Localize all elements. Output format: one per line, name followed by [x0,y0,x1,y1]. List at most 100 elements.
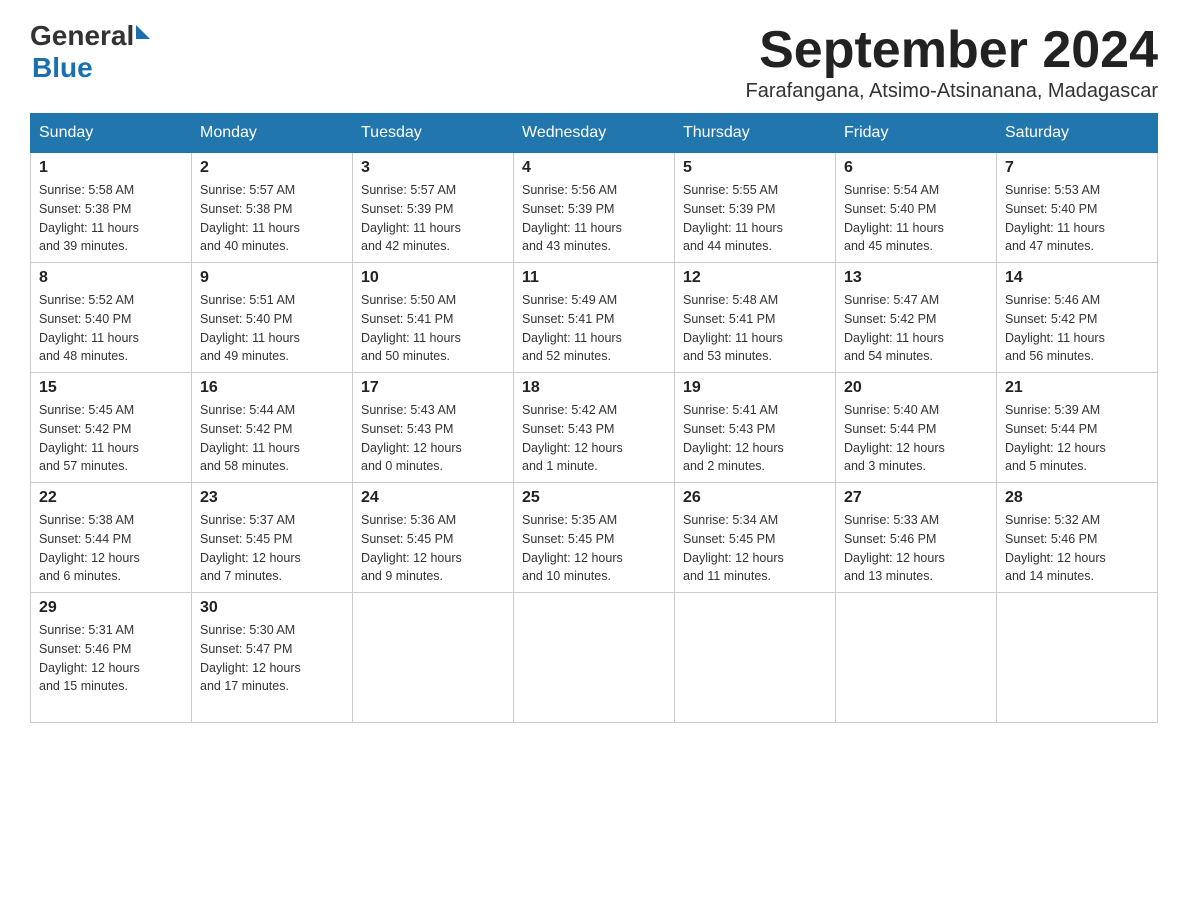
day-number: 28 [1005,489,1149,507]
day-info: Sunrise: 5:39 AMSunset: 5:44 PMDaylight:… [1005,401,1149,476]
day-number: 26 [683,489,827,507]
day-number: 10 [361,269,505,287]
day-info: Sunrise: 5:33 AMSunset: 5:46 PMDaylight:… [844,511,988,586]
day-info: Sunrise: 5:44 AMSunset: 5:42 PMDaylight:… [200,401,344,476]
day-info: Sunrise: 5:49 AMSunset: 5:41 PMDaylight:… [522,291,666,366]
day-number: 2 [200,159,344,177]
calendar-day-cell: 17 Sunrise: 5:43 AMSunset: 5:43 PMDayligh… [353,373,514,483]
day-number: 16 [200,379,344,397]
day-number: 17 [361,379,505,397]
day-number: 22 [39,489,183,507]
calendar-day-cell: 2 Sunrise: 5:57 AMSunset: 5:38 PMDaylight… [192,153,353,263]
calendar-day-header: Saturday [997,114,1158,153]
calendar-day-header: Friday [836,114,997,153]
day-info: Sunrise: 5:36 AMSunset: 5:45 PMDaylight:… [361,511,505,586]
day-info: Sunrise: 5:57 AMSunset: 5:39 PMDaylight:… [361,181,505,256]
day-info: Sunrise: 5:31 AMSunset: 5:46 PMDaylight:… [39,621,183,696]
calendar-day-cell: 16 Sunrise: 5:44 AMSunset: 5:42 PMDayligh… [192,373,353,483]
calendar-day-cell: 8Sunrise: 5:52 AMSunset: 5:40 PMDaylight… [31,263,192,373]
calendar-header-row: SundayMondayTuesdayWednesdayThursdayFrid… [31,114,1158,153]
logo-text-blue: Blue [32,52,93,84]
calendar-day-header: Sunday [31,114,192,153]
day-number: 7 [1005,159,1149,177]
calendar-day-cell: 15 Sunrise: 5:45 AMSunset: 5:42 PMDayligh… [31,373,192,483]
day-info: Sunrise: 5:42 AMSunset: 5:43 PMDaylight:… [522,401,666,476]
day-info: Sunrise: 5:51 AMSunset: 5:40 PMDaylight:… [200,291,344,366]
day-info: Sunrise: 5:50 AMSunset: 5:41 PMDaylight:… [361,291,505,366]
calendar-day-cell: 3 Sunrise: 5:57 AMSunset: 5:39 PMDaylight… [353,153,514,263]
calendar-day-cell: 12Sunrise: 5:48 AMSunset: 5:41 PMDayligh… [675,263,836,373]
calendar-table: SundayMondayTuesdayWednesdayThursdayFrid… [30,113,1158,723]
calendar-day-cell: 20Sunrise: 5:40 AMSunset: 5:44 PMDayligh… [836,373,997,483]
day-info: Sunrise: 5:38 AMSunset: 5:44 PMDaylight:… [39,511,183,586]
day-info: Sunrise: 5:54 AMSunset: 5:40 PMDaylight:… [844,181,988,256]
calendar-day-cell [353,593,514,723]
day-number: 23 [200,489,344,507]
logo-text-general: General [30,20,134,52]
calendar-day-cell: 27 Sunrise: 5:33 AMSunset: 5:46 PMDayligh… [836,483,997,593]
calendar-day-cell: 25 Sunrise: 5:35 AMSunset: 5:45 PMDayligh… [514,483,675,593]
day-number: 9 [200,269,344,287]
calendar-day-cell: 28 Sunrise: 5:32 AMSunset: 5:46 PMDayligh… [997,483,1158,593]
calendar-day-cell: 1 Sunrise: 5:58 AMSunset: 5:38 PMDaylight… [31,153,192,263]
calendar-day-cell: 26 Sunrise: 5:34 AMSunset: 5:45 PMDayligh… [675,483,836,593]
day-info: Sunrise: 5:48 AMSunset: 5:41 PMDaylight:… [683,291,827,366]
calendar-day-cell: 11 Sunrise: 5:49 AMSunset: 5:41 PMDayligh… [514,263,675,373]
calendar-week-row: 8Sunrise: 5:52 AMSunset: 5:40 PMDaylight… [31,263,1158,373]
day-info: Sunrise: 5:57 AMSunset: 5:38 PMDaylight:… [200,181,344,256]
day-number: 24 [361,489,505,507]
day-info: Sunrise: 5:55 AMSunset: 5:39 PMDaylight:… [683,181,827,256]
day-number: 14 [1005,269,1149,287]
calendar-day-cell: 6 Sunrise: 5:54 AMSunset: 5:40 PMDaylight… [836,153,997,263]
day-info: Sunrise: 5:30 AMSunset: 5:47 PMDaylight:… [200,621,344,696]
day-number: 25 [522,489,666,507]
day-info: Sunrise: 5:58 AMSunset: 5:38 PMDaylight:… [39,181,183,256]
day-info: Sunrise: 5:53 AMSunset: 5:40 PMDaylight:… [1005,181,1149,256]
calendar-day-cell: 14 Sunrise: 5:46 AMSunset: 5:42 PMDayligh… [997,263,1158,373]
day-info: Sunrise: 5:34 AMSunset: 5:45 PMDaylight:… [683,511,827,586]
day-info: Sunrise: 5:43 AMSunset: 5:43 PMDaylight:… [361,401,505,476]
calendar-day-cell: 21 Sunrise: 5:39 AMSunset: 5:44 PMDayligh… [997,373,1158,483]
day-info: Sunrise: 5:46 AMSunset: 5:42 PMDaylight:… [1005,291,1149,366]
day-number: 5 [683,159,827,177]
day-number: 21 [1005,379,1149,397]
calendar-day-cell: 9 Sunrise: 5:51 AMSunset: 5:40 PMDaylight… [192,263,353,373]
day-info: Sunrise: 5:37 AMSunset: 5:45 PMDaylight:… [200,511,344,586]
page-header: General Blue September 2024 Farafangana,… [30,20,1158,103]
calendar-day-cell: 4 Sunrise: 5:56 AMSunset: 5:39 PMDaylight… [514,153,675,263]
day-number: 18 [522,379,666,397]
calendar-day-header: Wednesday [514,114,675,153]
day-info: Sunrise: 5:32 AMSunset: 5:46 PMDaylight:… [1005,511,1149,586]
calendar-day-cell: 7 Sunrise: 5:53 AMSunset: 5:40 PMDaylight… [997,153,1158,263]
calendar-week-row: 29 Sunrise: 5:31 AMSunset: 5:46 PMDayligh… [31,593,1158,723]
calendar-day-header: Monday [192,114,353,153]
day-number: 15 [39,379,183,397]
day-number: 3 [361,159,505,177]
day-info: Sunrise: 5:56 AMSunset: 5:39 PMDaylight:… [522,181,666,256]
logo: General Blue [30,20,150,84]
day-number: 13 [844,269,988,287]
day-number: 11 [522,269,666,287]
day-number: 1 [39,159,183,177]
calendar-day-cell [514,593,675,723]
day-number: 8 [39,269,183,287]
calendar-day-cell: 13Sunrise: 5:47 AMSunset: 5:42 PMDayligh… [836,263,997,373]
day-number: 6 [844,159,988,177]
calendar-week-row: 1 Sunrise: 5:58 AMSunset: 5:38 PMDaylight… [31,153,1158,263]
calendar-day-header: Tuesday [353,114,514,153]
calendar-week-row: 15 Sunrise: 5:45 AMSunset: 5:42 PMDayligh… [31,373,1158,483]
calendar-day-cell [675,593,836,723]
day-number: 19 [683,379,827,397]
calendar-day-cell [997,593,1158,723]
calendar-week-row: 22 Sunrise: 5:38 AMSunset: 5:44 PMDayligh… [31,483,1158,593]
day-number: 29 [39,599,183,617]
day-number: 27 [844,489,988,507]
day-number: 4 [522,159,666,177]
calendar-day-cell [836,593,997,723]
day-info: Sunrise: 5:45 AMSunset: 5:42 PMDaylight:… [39,401,183,476]
calendar-day-cell: 22 Sunrise: 5:38 AMSunset: 5:44 PMDayligh… [31,483,192,593]
day-info: Sunrise: 5:35 AMSunset: 5:45 PMDaylight:… [522,511,666,586]
calendar-day-cell: 18 Sunrise: 5:42 AMSunset: 5:43 PMDayligh… [514,373,675,483]
logo-triangle-icon [136,25,150,39]
calendar-day-cell: 23 Sunrise: 5:37 AMSunset: 5:45 PMDayligh… [192,483,353,593]
